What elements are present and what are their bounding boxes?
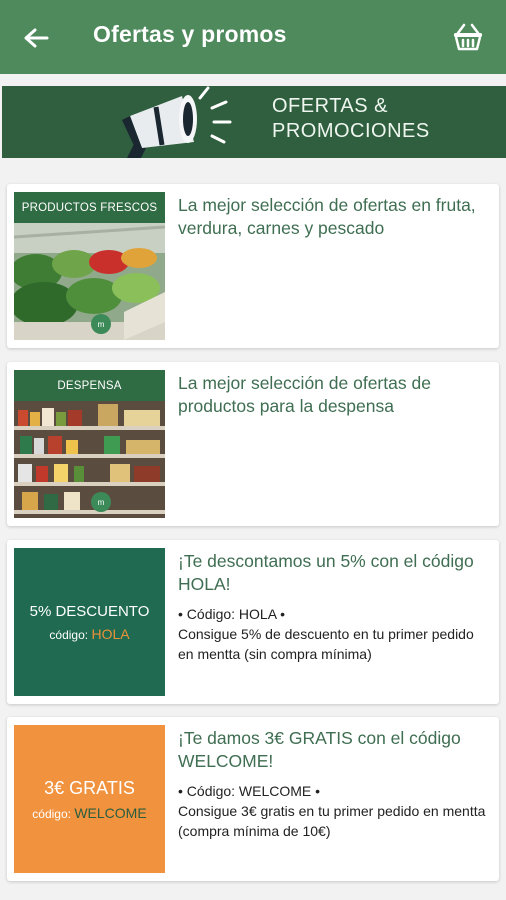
promo-headline: ¡Te descontamos un 5% con el código HOLA… — [178, 551, 474, 594]
back-button[interactable] — [18, 20, 54, 56]
discount-box-title: 5% DESCUENTO — [29, 602, 150, 620]
promo-description: Consigue 5% de descuento en tu primer pe… — [178, 626, 474, 662]
promo-card-hola[interactable]: 5% DESCUENTO código: HOLA ¡Te descontamo… — [7, 540, 499, 704]
banner-title-line1: OFERTAS & — [272, 95, 389, 117]
promotions-banner: OFERTAS & PROMOCIONES — [2, 86, 506, 158]
promo-headline: ¡Te damos 3€ GRATIS con el código WELCOM… — [178, 728, 461, 771]
offer-headline: La mejor selección de ofertas de product… — [178, 373, 431, 416]
promo-description: Consigue 3€ gratis en tu primer pedido e… — [178, 803, 486, 839]
offer-headline: La mejor selección de ofertas en fruta, … — [178, 195, 476, 238]
page-title: Ofertas y promos — [93, 21, 287, 47]
free-credit-box-code: código: WELCOME — [32, 804, 147, 821]
free-credit-box-title: 3€ GRATIS — [44, 777, 135, 798]
category-label: DESPENSA — [14, 370, 165, 401]
offer-card-pantry[interactable]: DESPENSA m La mejor selección de ofertas… — [7, 362, 499, 526]
pantry-image: DESPENSA m — [14, 370, 165, 518]
banner-title-line2: PROMOCIONES — [272, 120, 430, 142]
offer-card-fresh-products[interactable]: PRODUCTOS FRESCOS m La mejor selección d… — [7, 184, 499, 348]
discount-box: 5% DESCUENTO código: HOLA — [14, 548, 165, 696]
promo-card-welcome[interactable]: 3€ GRATIS código: WELCOME ¡Te damos 3€ G… — [7, 717, 499, 881]
promo-code-line: • Código: WELCOME • — [178, 783, 321, 799]
discount-box-code: código: HOLA — [49, 625, 130, 642]
basket-icon — [454, 23, 482, 51]
basket-button[interactable] — [448, 18, 488, 56]
free-credit-box: 3€ GRATIS código: WELCOME — [14, 725, 165, 873]
arrow-left-icon — [24, 28, 49, 48]
app-bar: Ofertas y promos — [0, 0, 506, 74]
category-label: PRODUCTOS FRESCOS — [14, 192, 165, 223]
fresh-produce-image: PRODUCTOS FRESCOS m — [14, 192, 165, 340]
promo-code-line: • Código: HOLA • — [178, 606, 286, 622]
megaphone-icon — [122, 86, 232, 158]
brand-logo-icon: m — [91, 492, 111, 512]
brand-logo-icon: m — [91, 314, 111, 334]
